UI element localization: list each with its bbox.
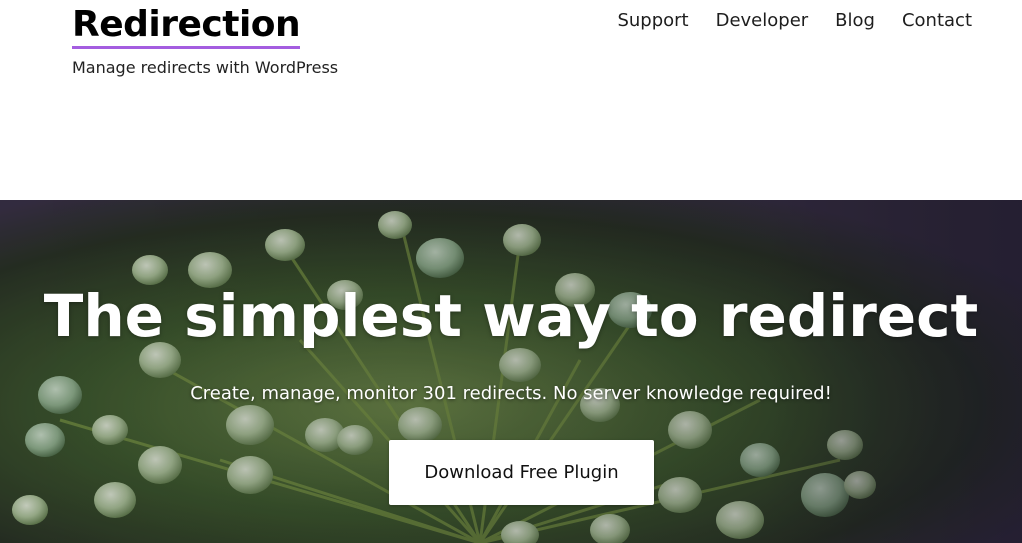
site-title-link[interactable]: Redirection [72,4,301,49]
page: Redirection Manage redirects with WordPr… [0,0,1022,543]
nav-item-blog[interactable]: Blog [835,10,875,32]
hero-section: The simplest way to redirect Create, man… [0,200,1022,543]
download-free-plugin-button[interactable]: Download Free Plugin [389,440,654,505]
site-tagline: Manage redirects with WordPress [72,58,339,77]
site-header: Redirection Manage redirects with WordPr… [0,0,1022,200]
nav-item-contact[interactable]: Contact [902,10,972,32]
nav-item-support[interactable]: Support [617,10,688,32]
nav-item-developer[interactable]: Developer [716,10,809,32]
hero-title: The simplest way to redirect [43,282,979,350]
hero-subtitle: Create, manage, monitor 301 redirects. N… [190,383,832,404]
primary-nav: Support Developer Blog Contact [590,10,972,32]
site-branding: Redirection Manage redirects with WordPr… [72,4,338,77]
